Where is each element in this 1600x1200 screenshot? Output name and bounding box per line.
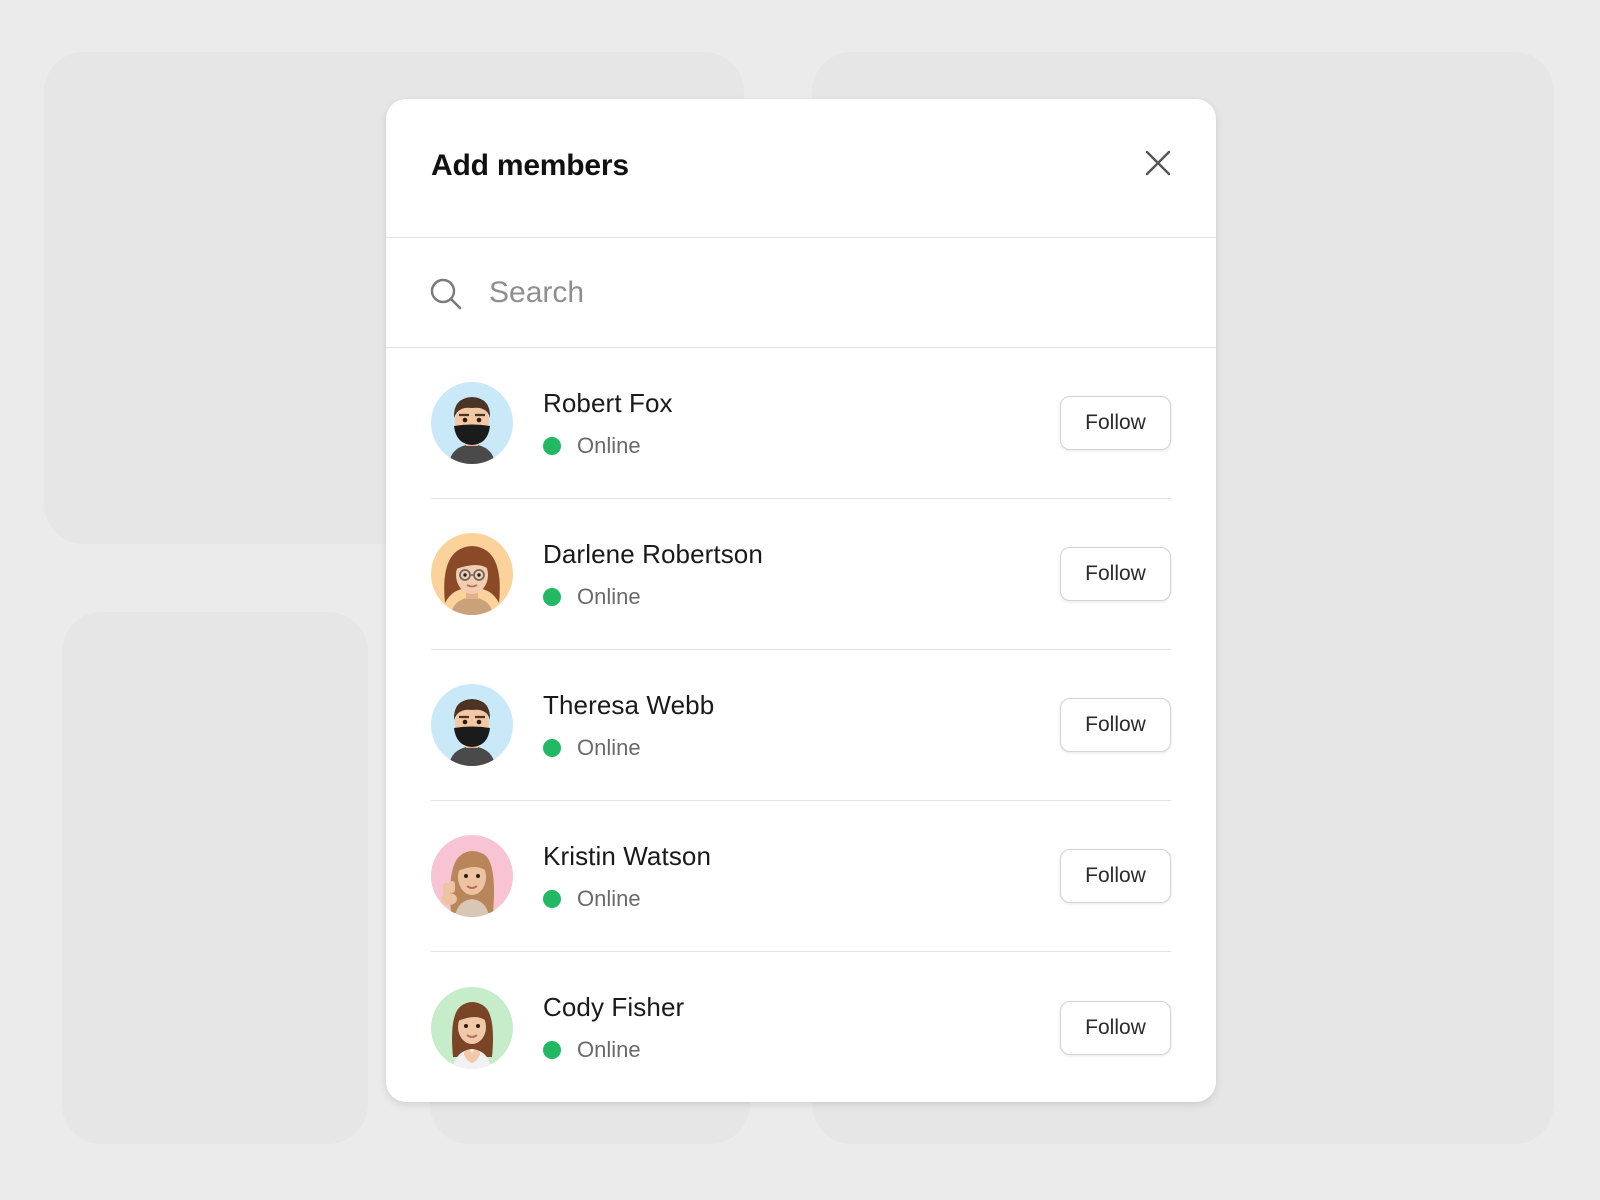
follow-button[interactable]: Follow — [1060, 698, 1171, 752]
memoji-woman-glasses-icon — [431, 533, 513, 615]
member-list: Robert Fox Online Follow Darlene Roberts… — [386, 348, 1216, 1102]
online-status-dot-icon — [543, 436, 561, 455]
member-name: Robert Fox — [543, 387, 673, 418]
search-icon — [430, 278, 462, 310]
online-status-dot-icon — [543, 587, 561, 606]
memoji-woman-peace-icon — [431, 835, 513, 917]
status-text: Online — [577, 734, 641, 760]
member-status: Online — [543, 886, 1060, 912]
follow-button[interactable]: Follow — [1060, 396, 1171, 450]
modal-header: Add members — [386, 99, 1216, 238]
status-text: Online — [577, 583, 641, 609]
member-row: Robert Fox Online Follow — [431, 348, 1171, 499]
member-row: Kristin Watson Online Follow — [431, 801, 1171, 952]
avatar — [431, 835, 513, 917]
member-status: Online — [543, 433, 1060, 459]
status-text: Online — [577, 432, 641, 458]
member-name: Cody Fisher — [543, 992, 685, 1022]
member-name: Darlene Robertson — [543, 538, 763, 569]
memoji-woman-heart-icon — [431, 986, 513, 1069]
member-row: Theresa Webb Online Follow — [431, 650, 1171, 801]
background-card — [62, 612, 368, 1144]
search-input[interactable] — [489, 266, 1169, 320]
avatar — [431, 986, 513, 1069]
avatar — [431, 684, 513, 766]
online-status-dot-icon — [543, 738, 561, 757]
member-row: Cody Fisher Online Follow — [431, 952, 1171, 1102]
modal-title: Add members — [431, 149, 629, 182]
close-button[interactable] — [1140, 145, 1176, 181]
member-name: Kristin Watson — [543, 840, 712, 871]
follow-button[interactable]: Follow — [1060, 849, 1171, 903]
follow-button[interactable]: Follow — [1060, 1000, 1171, 1055]
member-status: Online — [543, 584, 1060, 610]
status-text: Online — [577, 1037, 641, 1062]
avatar — [431, 533, 513, 615]
member-status: Online — [543, 1037, 1060, 1063]
member-row: Darlene Robertson Online Follow — [431, 499, 1171, 650]
online-status-dot-icon — [543, 1041, 561, 1059]
search-bar — [386, 238, 1216, 348]
memoji-man-mask-icon — [431, 382, 513, 464]
avatar — [431, 382, 513, 464]
follow-button[interactable]: Follow — [1060, 547, 1171, 601]
memoji-man-mask-icon — [431, 684, 513, 766]
status-text: Online — [577, 885, 641, 911]
member-status: Online — [543, 735, 1060, 761]
close-icon — [1145, 150, 1171, 176]
add-members-modal: Add members Search Robert Fox Online Fol… — [386, 99, 1216, 1102]
member-name: Theresa Webb — [543, 689, 715, 720]
online-status-dot-icon — [543, 889, 561, 908]
